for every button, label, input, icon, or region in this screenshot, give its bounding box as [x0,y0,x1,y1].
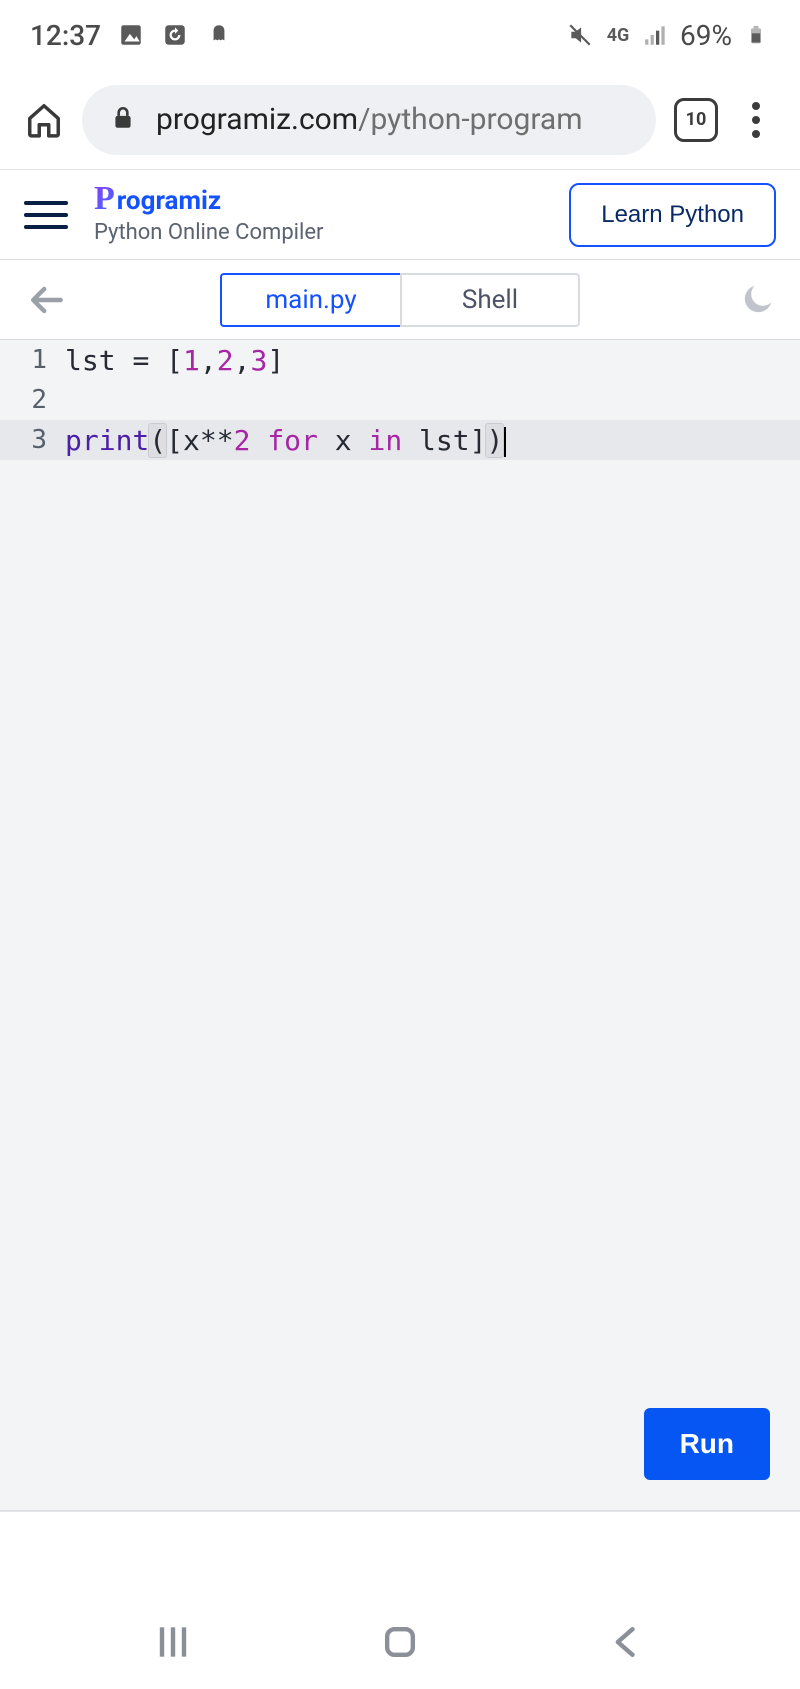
code-text-1: lst = [1,2,3] [65,344,284,377]
url-domain: programiz.com [156,102,358,137]
brand-rest: rogramiz [117,186,221,216]
status-bar: 12:37 4G 69% [0,0,800,70]
code-line-1[interactable]: 1 lst = [1,2,3] [0,340,800,380]
editor-tabs-row: main.py Shell [0,260,800,340]
code-line-2[interactable]: 2 [0,380,800,420]
text-cursor [504,427,506,457]
refresh-badge-icon [161,21,189,49]
tab-shell-label: Shell [462,285,518,315]
brand-prefix: P [94,185,115,212]
signal-icon [642,21,670,49]
tabs-count: 10 [686,109,707,130]
network-label: 4G [607,25,630,46]
back-arrow-button[interactable] [24,278,68,322]
code-line-3[interactable]: 3 print([x**2 for x in lst]) [0,420,800,460]
battery-icon [742,21,770,49]
lock-icon [110,105,136,135]
tab-mainpy-label: main.py [265,285,356,315]
tabs-count-button[interactable]: 10 [674,98,718,142]
gutter-3: 3 [0,425,65,455]
brand-subtitle: Python Online Compiler [94,220,543,245]
gutter-2: 2 [0,385,65,415]
brand[interactable]: Programiz Python Online Compiler [94,185,543,245]
browser-menu-button[interactable] [736,102,776,138]
bottom-gap [0,1511,800,1599]
gutter-1: 1 [0,345,65,375]
url-path: /python-program [358,102,582,137]
system-nav-bar [0,1599,800,1689]
recents-button[interactable] [151,1620,195,1668]
battery-pct: 69% [680,19,732,52]
mute-icon [566,21,594,49]
app-header: Programiz Python Online Compiler Learn P… [0,170,800,260]
tab-shell[interactable]: Shell [400,273,580,327]
dark-mode-button[interactable] [738,281,776,319]
url-bar[interactable]: programiz.com/python-program [82,85,656,155]
run-button[interactable]: Run [644,1408,770,1480]
code-editor[interactable]: 1 lst = [1,2,3] 2 3 print([x**2 for x in… [0,340,800,1511]
learn-python-button[interactable]: Learn Python [569,183,776,247]
code-text-3: print([x**2 for x in lst]) [65,424,506,457]
menu-button[interactable] [24,201,68,229]
network-type-icon: 4G [604,21,632,49]
picture-icon [117,21,145,49]
ghost-icon [205,21,233,49]
browser-toolbar: programiz.com/python-program 10 [0,70,800,170]
home-system-button[interactable] [378,1620,422,1668]
status-time: 12:37 [30,19,101,52]
tab-mainpy[interactable]: main.py [220,273,400,327]
home-button[interactable] [24,100,64,140]
url-text: programiz.com/python-program [156,102,583,137]
back-system-button[interactable] [605,1620,649,1668]
